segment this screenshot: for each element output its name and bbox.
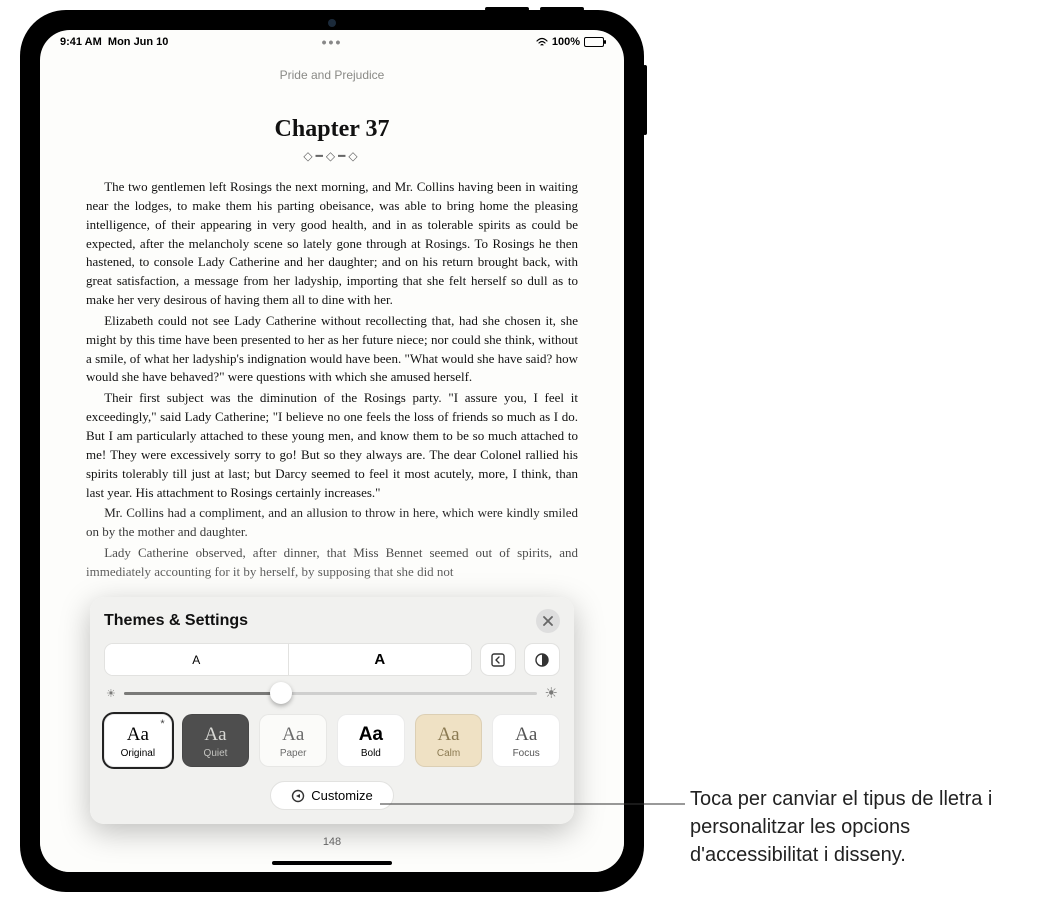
more-menu-icon[interactable]: •••	[322, 34, 343, 50]
book-title: Pride and Prejudice	[40, 68, 624, 82]
theme-focus[interactable]: AaFocus	[492, 714, 560, 767]
scroll-direction-icon	[490, 652, 506, 668]
chapter-ornament: ◇━◇━◇	[40, 149, 624, 164]
theme-quiet[interactable]: AaQuiet	[182, 714, 250, 767]
font-size-decrease-button[interactable]: A	[105, 644, 289, 675]
theme-paper[interactable]: AaPaper	[259, 714, 327, 767]
volume-down-button	[485, 7, 529, 11]
battery-percent: 100%	[552, 36, 580, 48]
volume-up-button	[540, 7, 584, 11]
close-icon	[543, 616, 553, 626]
font-size-increase-button[interactable]: A	[289, 644, 472, 675]
battery-icon	[584, 37, 604, 47]
scroll-direction-button[interactable]	[480, 643, 516, 676]
themes-settings-panel: Themes & Settings A A	[90, 597, 574, 824]
font-size-control: A A	[104, 643, 472, 676]
dark-mode-icon	[534, 652, 550, 668]
close-panel-button[interactable]	[536, 609, 560, 633]
paragraph: Elizabeth could not see Lady Catherine w…	[86, 312, 578, 387]
home-indicator[interactable]	[272, 861, 392, 865]
power-button	[643, 65, 647, 135]
brightness-track[interactable]	[124, 692, 537, 695]
options-gear-icon	[291, 789, 305, 803]
callout-text: Toca per canviar el tipus de lletra i pe…	[690, 785, 1020, 869]
status-bar: 9:41 AM Mon Jun 10 ••• 100%	[40, 30, 624, 50]
brightness-low-icon: ☀	[106, 687, 116, 700]
customize-button[interactable]: Customize	[270, 781, 393, 810]
brightness-slider[interactable]: ☀ ☀	[106, 684, 558, 702]
wifi-icon	[536, 37, 548, 47]
brightness-thumb[interactable]	[270, 682, 292, 704]
dark-mode-button[interactable]	[524, 643, 560, 676]
panel-title: Themes & Settings	[104, 612, 248, 630]
status-time-date: 9:41 AM Mon Jun 10	[60, 36, 168, 48]
paragraph: Lady Catherine observed, after dinner, t…	[86, 544, 578, 582]
paragraph: Their first subject was the diminution o…	[86, 389, 578, 502]
customize-label: Customize	[311, 788, 372, 803]
themes-row: AaOriginal AaQuiet AaPaper AaBold AaCalm…	[104, 714, 560, 767]
chapter-heading: Chapter 37	[40, 116, 624, 143]
ipad-device-frame: 9:41 AM Mon Jun 10 ••• 100% Pride and Pr…	[20, 10, 644, 892]
theme-original[interactable]: AaOriginal	[104, 714, 172, 767]
theme-calm[interactable]: AaCalm	[415, 714, 483, 767]
brightness-high-icon: ☀	[545, 684, 558, 702]
page-number: 148	[40, 836, 624, 848]
paragraph: Mr. Collins had a compliment, and an all…	[86, 504, 578, 542]
theme-bold[interactable]: AaBold	[337, 714, 405, 767]
book-body-text[interactable]: The two gentlemen left Rosings the next …	[40, 164, 624, 582]
paragraph: The two gentlemen left Rosings the next …	[86, 178, 578, 310]
ipad-screen: 9:41 AM Mon Jun 10 ••• 100% Pride and Pr…	[40, 30, 624, 872]
